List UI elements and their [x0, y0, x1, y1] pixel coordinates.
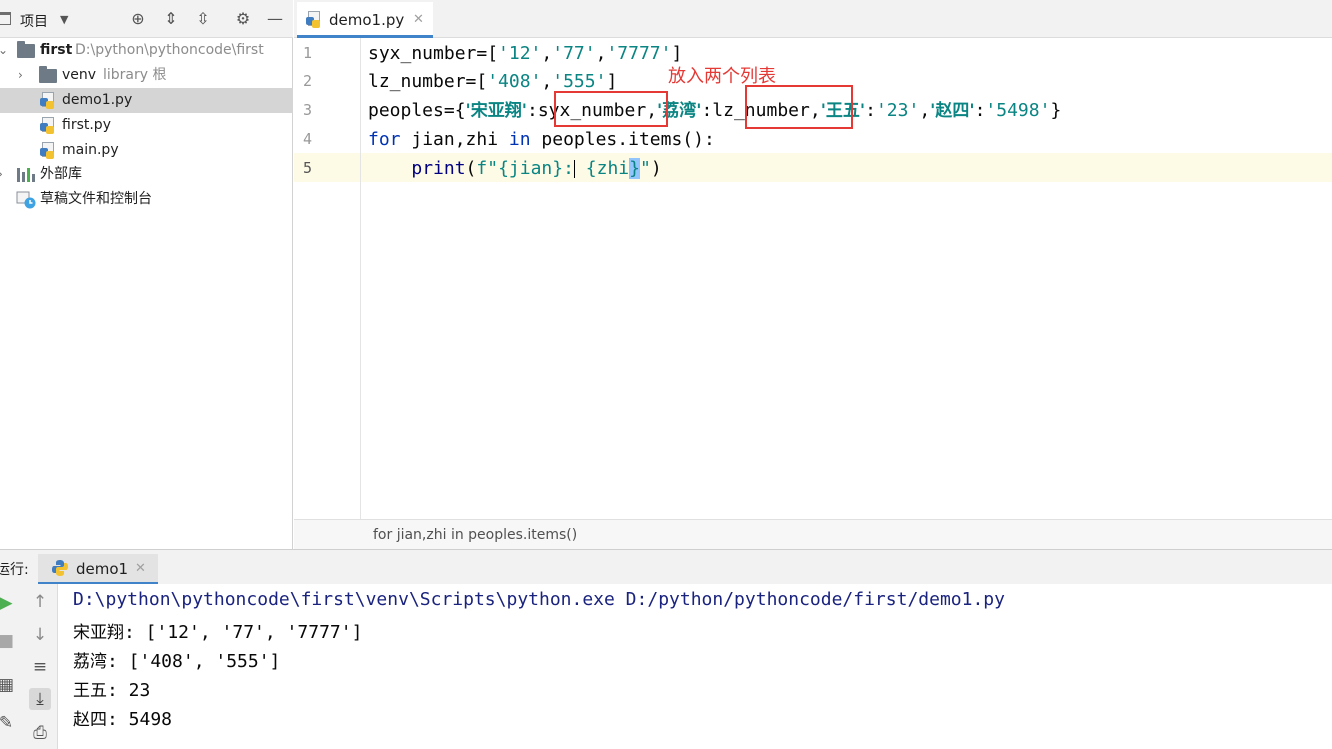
run-console[interactable]: D:\python\pythoncode\first\venv\Scripts\… — [58, 584, 1332, 749]
chevron-right-icon[interactable]: › — [0, 162, 3, 187]
line-number: 2 — [303, 72, 313, 90]
python-icon — [51, 559, 69, 577]
tree-item-label: demo1.py — [62, 92, 133, 108]
project-view-icon[interactable] — [0, 12, 11, 25]
python-file-icon — [40, 92, 56, 109]
breadcrumb[interactable]: for jian,zhi in peoples.items() — [373, 527, 577, 543]
highlight-box-lz-number — [745, 85, 853, 129]
stop-icon[interactable]: ■ — [0, 630, 17, 652]
hide-icon[interactable]: — — [264, 8, 286, 30]
project-tool-window: 项目 ▼ ⊕ ⇕ ⇳ ⚙ — ⌄ first D:\python\pythonc… — [0, 0, 293, 549]
line-number: 4 — [303, 130, 313, 148]
editor-tab-bar: demo1.py ✕ — [294, 0, 1332, 38]
chevron-down-icon[interactable]: ▼ — [60, 13, 68, 26]
annotation-text: 放入两个列表 — [668, 66, 776, 87]
tree-item-venv[interactable]: › venv library 根 — [0, 63, 293, 88]
gear-icon[interactable]: ⚙ — [232, 8, 254, 30]
soft-wrap-icon[interactable]: ≡ — [29, 656, 51, 678]
breadcrumb-bar: for jian,zhi in peoples.items() — [294, 519, 1332, 549]
run-control-strip: ▶ ■ ▦ ✎ — [0, 584, 20, 749]
tree-item-label: main.py — [62, 142, 119, 158]
pin-icon[interactable]: ✎ — [0, 712, 17, 734]
line-number: 5 — [303, 159, 313, 177]
tree-item-label: 外部库 — [40, 166, 82, 182]
locate-icon[interactable]: ⊕ — [127, 8, 149, 30]
project-title[interactable]: 项目 — [20, 11, 48, 31]
chevron-down-icon[interactable]: ⌄ — [0, 38, 8, 63]
tree-item-external-libraries[interactable]: › 外部库 — [0, 162, 293, 187]
tree-item-label: 草稿文件和控制台 — [40, 191, 152, 207]
highlight-box-syx-number — [554, 91, 668, 127]
tree-item-demo1[interactable]: demo1.py — [0, 88, 293, 113]
code-line-3[interactable]: peoples={'宋亚翔':syx_number,'荔湾':lz_number… — [368, 98, 1061, 124]
tree-item-first[interactable]: ⌄ first D:\python\pythoncode\first — [0, 38, 293, 63]
collapse-all-icon[interactable]: ⇳ — [192, 8, 214, 30]
tree-item-label: first.py — [62, 117, 111, 133]
console-output-line: 王五: 23 — [73, 680, 151, 701]
editor-tab-demo1[interactable]: demo1.py ✕ — [297, 2, 433, 38]
chevron-right-icon[interactable]: › — [18, 63, 23, 88]
scratch-console-icon — [16, 191, 36, 209]
editor-tab-label: demo1.py — [329, 11, 405, 29]
run-tool-window-header: 运行: demo1 ✕ — [0, 549, 1332, 585]
python-file-icon — [40, 117, 56, 134]
folder-icon — [17, 41, 35, 58]
line-number: 3 — [303, 101, 313, 119]
console-output-line: 宋亚翔: ['12', '77', '7777'] — [73, 622, 363, 643]
console-output-line: 荔湾: ['408', '555'] — [73, 651, 281, 672]
scroll-to-end-icon[interactable]: ⤓ — [29, 688, 51, 710]
close-icon[interactable]: ✕ — [413, 12, 424, 27]
console-command-line: D:\python\pythoncode\first\venv\Scripts\… — [73, 589, 1005, 610]
library-icon — [17, 168, 35, 182]
tree-item-path: D:\python\pythoncode\first — [75, 42, 264, 58]
run-tab-label: demo1 — [76, 560, 129, 578]
tree-item-scratches[interactable]: 草稿文件和控制台 — [0, 187, 293, 212]
tree-item-first-py[interactable]: first.py — [0, 113, 293, 138]
code-line-5[interactable]: print(f"{jian}: {zhi}") — [368, 156, 662, 181]
close-icon[interactable]: ✕ — [135, 561, 146, 576]
folder-icon — [39, 66, 57, 83]
run-title: 运行: — [0, 562, 29, 578]
rerun-icon[interactable]: ▶ — [0, 592, 17, 614]
line-number-gutter: 1 2 3 4 5 — [294, 38, 361, 519]
console-output-line: 赵四: 5498 — [73, 709, 173, 730]
line-number: 1 — [303, 44, 313, 62]
code-line-1[interactable]: syx_number=['12','77','7777'] — [368, 41, 682, 66]
python-file-icon — [40, 142, 56, 159]
tree-item-label: venv — [62, 67, 97, 83]
tree-item-main-py[interactable]: main.py — [0, 138, 293, 163]
expand-all-icon[interactable]: ⇕ — [160, 8, 182, 30]
run-toolbar: ↑ ↓ ≡ ⤓ ⎙ — [20, 584, 58, 749]
project-header: 项目 ▼ ⊕ ⇕ ⇳ ⚙ — — [0, 0, 293, 38]
arrow-down-icon[interactable]: ↓ — [29, 624, 51, 646]
layout-icon[interactable]: ▦ — [0, 674, 17, 696]
run-tab-demo1[interactable]: demo1 ✕ — [38, 554, 158, 585]
print-icon[interactable]: ⎙ — [29, 722, 51, 744]
tree-item-label: first — [40, 42, 73, 58]
code-line-4[interactable]: for jian,zhi in peoples.items(): — [368, 127, 715, 152]
code-editor[interactable]: syx_number=['12','77','7777'] lz_number=… — [361, 38, 1332, 519]
arrow-up-icon[interactable]: ↑ — [29, 591, 51, 613]
python-file-icon — [306, 11, 322, 28]
tree-item-note: library 根 — [103, 67, 167, 83]
